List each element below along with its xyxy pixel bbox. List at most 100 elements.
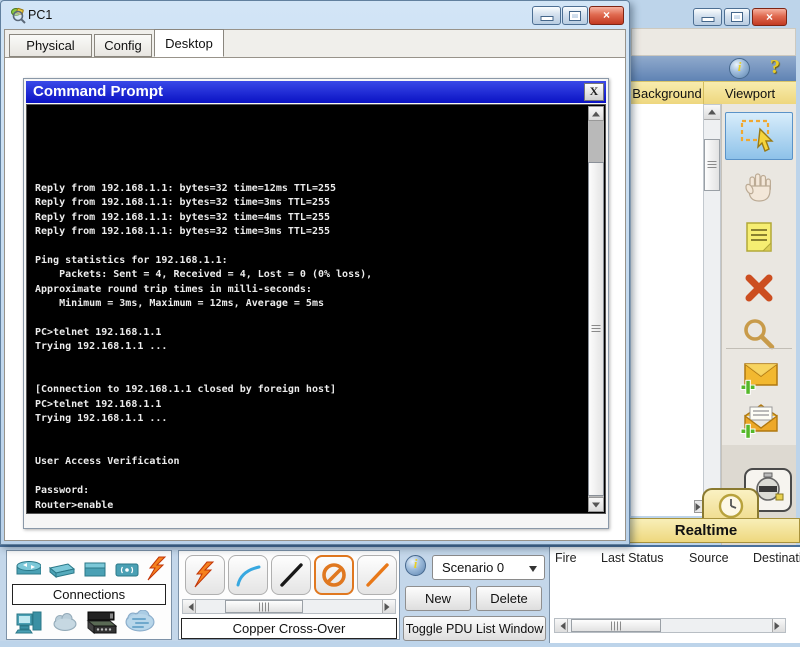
toggle-pdu-list-button[interactable]: Toggle PDU List Window	[403, 616, 546, 641]
copper-cross-over-button[interactable]	[314, 555, 354, 595]
main-toolbar-strip	[631, 28, 796, 56]
console-cable-button[interactable]	[228, 555, 268, 595]
terminal-lines: Reply from 192.168.1.1: bytes=32 time=12…	[35, 168, 585, 513]
routers-category-icon[interactable]	[15, 557, 41, 581]
grip-icon	[708, 161, 717, 169]
copper-straight-through-button[interactable]	[271, 555, 311, 595]
workspace-canvas[interactable]	[631, 104, 703, 516]
help-icon[interactable]: ?	[770, 56, 780, 79]
multiuser-connection-category-icon[interactable]	[124, 610, 156, 634]
scrollbar-thumb[interactable]	[588, 162, 604, 496]
terminal-line	[35, 441, 585, 455]
copper-cross-over-icon	[318, 559, 350, 591]
command-prompt-titlebar[interactable]: Command Prompt X	[26, 81, 606, 103]
triangle-right-icon	[775, 622, 784, 630]
scroll-right-button[interactable]	[772, 619, 785, 632]
minimize-icon	[702, 18, 713, 21]
pc1-minimize-button[interactable]	[532, 6, 561, 25]
scenario-panel: i Scenario 0 New Delete Toggle PDU List …	[403, 547, 547, 643]
console-cable-icon	[233, 560, 263, 590]
custom-made-devices-category-icon[interactable]	[85, 609, 117, 635]
scroll-left-button[interactable]	[555, 619, 568, 632]
select-icon	[739, 118, 779, 154]
pc1-maximize-button[interactable]	[562, 6, 588, 25]
command-prompt-close-button[interactable]: X	[584, 83, 604, 101]
terminal-line: User Access Verification	[35, 455, 585, 469]
pdu-list-scrollbar[interactable]	[554, 618, 786, 633]
terminal-line: Reply from 192.168.1.1: bytes=32 time=3m…	[35, 225, 585, 239]
terminal-line: Minimum = 3ms, Maximum = 12ms, Average =…	[35, 297, 585, 311]
add-simple-pdu-tool-button[interactable]	[728, 356, 790, 400]
copper-straight-icon	[276, 560, 306, 590]
place-note-tool-button[interactable]	[728, 216, 790, 260]
scroll-up-button[interactable]	[588, 106, 604, 121]
pdu-col-fire: Fire	[555, 551, 601, 565]
wan-emulation-category-icon[interactable]	[52, 611, 78, 633]
triangle-left-icon	[185, 603, 194, 611]
tab-desktop[interactable]: Desktop	[154, 29, 224, 57]
pc1-titlebar[interactable]: PC1 ×	[1, 1, 629, 29]
terminal-scrollbar[interactable]	[588, 106, 604, 512]
fiber-cable-icon	[362, 560, 392, 590]
new-scenario-button[interactable]: New	[405, 586, 471, 611]
end-devices-category-icon[interactable]	[15, 609, 45, 635]
tab-physical[interactable]: Physical	[9, 34, 92, 57]
fiber-cable-button[interactable]	[357, 555, 397, 595]
minimize-icon	[541, 17, 552, 20]
switches-category-icon[interactable]	[48, 557, 74, 581]
scrollbar-thumb[interactable]	[704, 139, 720, 191]
auto-connect-button[interactable]	[185, 555, 225, 595]
simple-pdu-envelope-icon	[737, 358, 781, 398]
pdu-col-destination: Destination	[753, 551, 800, 565]
device-category-row-2	[15, 609, 167, 635]
delete-tool-button[interactable]	[728, 266, 790, 310]
terminal-clipped-line: Reply from 192.168.1.1: bytes=32 time=2m…	[35, 134, 585, 139]
terminal-line	[35, 240, 585, 254]
scroll-left-button[interactable]	[183, 600, 196, 613]
background-button[interactable]: Background	[631, 82, 704, 104]
viewport-button[interactable]: Viewport	[704, 82, 796, 104]
scroll-right-button[interactable]	[382, 600, 395, 613]
connection-scrollbar[interactable]	[182, 599, 396, 614]
pc1-close-button[interactable]: ×	[589, 6, 624, 25]
close-icon: ×	[603, 8, 610, 22]
pdu-col-source: Source	[689, 551, 753, 565]
terminal-line: PC>telnet 192.168.1.1	[35, 398, 585, 412]
hubs-category-icon[interactable]	[82, 557, 106, 581]
terminal[interactable]: Reply from 192.168.1.1: bytes=32 time=2m…	[26, 104, 606, 514]
select-tool-button[interactable]	[725, 112, 793, 160]
scroll-up-button[interactable]	[704, 105, 720, 120]
scrollbar-thumb[interactable]	[225, 600, 303, 613]
terminal-line: Reply from 192.168.1.1: bytes=32 time=12…	[35, 182, 585, 196]
bottom-panel: Connections	[0, 545, 800, 641]
scroll-down-button[interactable]	[588, 497, 604, 512]
canvas-vertical-scrollbar[interactable]	[703, 104, 721, 516]
command-prompt-title: Command Prompt	[33, 83, 163, 100]
terminal-line	[35, 369, 585, 383]
tab-config[interactable]: Config	[94, 34, 152, 57]
scrollbar-thumb[interactable]	[571, 619, 661, 632]
connections-category-icon[interactable]	[146, 556, 167, 582]
hand-tool-button[interactable]	[728, 166, 790, 210]
device-category-row-1	[15, 556, 167, 582]
realtime-mode-bar[interactable]: Realtime	[612, 518, 800, 543]
main-maximize-button[interactable]	[724, 8, 750, 26]
pdu-col-last-status: Last Status	[601, 551, 689, 565]
desktop-tab-content: Command Prompt X Reply from 192.168.1.1:…	[4, 57, 626, 541]
main-close-button[interactable]: ×	[752, 8, 787, 26]
realtime-label: Realtime	[675, 522, 738, 539]
triangle-right-icon	[385, 603, 394, 611]
add-complex-pdu-tool-button[interactable]	[728, 399, 790, 443]
triangle-up-icon	[592, 107, 600, 116]
delete-scenario-button[interactable]: Delete	[476, 586, 542, 611]
scenario-select[interactable]: Scenario 0	[432, 555, 545, 580]
pdu-list-header: Fire Last Status Source Destination	[555, 551, 800, 565]
scenario-info-icon[interactable]: i	[405, 555, 426, 576]
inspect-tool-button[interactable]	[728, 312, 790, 356]
main-minimize-button[interactable]	[693, 8, 722, 26]
pc1-window-title: PC1	[28, 8, 52, 22]
packet-tracer-logo-icon	[9, 6, 27, 24]
wireless-devices-category-icon[interactable]	[113, 557, 139, 581]
info-icon[interactable]: i	[729, 58, 750, 79]
realtime-mode-tab-top[interactable]	[702, 488, 759, 521]
